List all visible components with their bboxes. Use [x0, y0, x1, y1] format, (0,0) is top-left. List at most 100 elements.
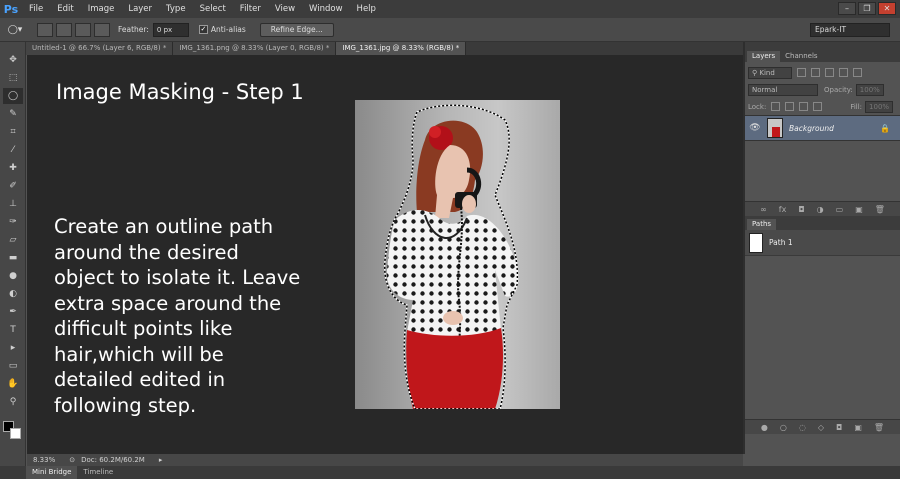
tab-layers[interactable]: Layers: [747, 51, 781, 62]
menu-window[interactable]: Window: [302, 0, 350, 18]
status-bar: 8.33% ⊙ Doc: 60.2M/60.2M ▸: [27, 454, 743, 466]
shape-filter-icon[interactable]: [839, 68, 848, 77]
dodge-tool-icon[interactable]: ◐: [3, 286, 23, 302]
layer-style-icon[interactable]: fx: [779, 205, 787, 214]
add-mask-path-icon[interactable]: ◘: [836, 423, 842, 432]
crop-tool-icon[interactable]: ⌗: [3, 124, 23, 140]
status-info-icon[interactable]: ⊙: [69, 456, 75, 464]
marquee-tool-icon[interactable]: ⬚: [3, 70, 23, 86]
new-layer-icon[interactable]: ▣: [855, 205, 863, 214]
gradient-tool-icon[interactable]: ▬: [3, 250, 23, 266]
make-work-path-icon[interactable]: ◇: [818, 423, 824, 432]
pen-tool-icon[interactable]: ✒: [3, 304, 23, 320]
stroke-path-icon[interactable]: ○: [780, 423, 787, 432]
move-tool-icon[interactable]: ✥: [3, 52, 23, 68]
antialias-checkbox[interactable]: ✓: [198, 25, 208, 34]
path-row[interactable]: Path 1: [745, 230, 900, 256]
status-menu-arrow-icon[interactable]: ▸: [159, 456, 163, 464]
new-selection-icon[interactable]: [37, 22, 53, 37]
eye-icon[interactable]: 👁: [745, 123, 765, 133]
lock-label: Lock:: [748, 102, 767, 111]
new-group-icon[interactable]: ▭: [836, 205, 844, 214]
layer-row-background[interactable]: 👁 Background 🔒: [745, 115, 900, 141]
menu-file[interactable]: File: [22, 0, 50, 18]
document-photo: [355, 100, 560, 409]
fill-path-icon[interactable]: ●: [761, 423, 768, 432]
pixel-filter-icon[interactable]: [797, 68, 806, 77]
layers-panel: Layers Channels ⚲ Kind Normal Opacity: 1…: [745, 42, 900, 454]
layer-name[interactable]: Background: [789, 124, 834, 133]
lasso-tool-preset-icon[interactable]: ◯▾: [3, 23, 27, 37]
rectangle-tool-icon[interactable]: ▭: [3, 358, 23, 374]
blend-mode-select[interactable]: Normal: [748, 83, 818, 96]
tab-untitled-1[interactable]: Untitled-1 @ 66.7% (Layer 6, RGB/8) *: [26, 42, 174, 55]
restore-button[interactable]: ❐: [858, 2, 876, 15]
menu-select[interactable]: Select: [193, 0, 233, 18]
paths-panel-tabs: Paths: [745, 216, 900, 230]
workspace-select[interactable]: Epark-IT: [810, 23, 890, 37]
step-instructions: Create an outline path around the desire…: [54, 215, 301, 417]
lock-transparent-icon[interactable]: [771, 102, 781, 111]
lock-all-icon[interactable]: [813, 102, 823, 111]
menu-edit[interactable]: Edit: [50, 0, 80, 18]
lock-icon: 🔒: [880, 123, 890, 133]
refine-edge-button[interactable]: Refine Edge...: [259, 22, 334, 37]
type-filter-icon[interactable]: [825, 68, 834, 77]
blur-tool-icon[interactable]: ●: [3, 268, 23, 284]
tab-img-1361-jpg[interactable]: IMG_1361.jpg @ 8.33% (RGB/8) *: [336, 42, 467, 55]
history-brush-tool-icon[interactable]: ✑: [3, 214, 23, 230]
layers-panel-tabs: Layers Channels: [745, 42, 900, 62]
close-button[interactable]: ✕: [878, 2, 896, 15]
feather-input[interactable]: 0 px: [152, 22, 189, 37]
add-mask-icon[interactable]: ◘: [798, 205, 804, 214]
menu-filter[interactable]: Filter: [233, 0, 268, 18]
zoom-level[interactable]: 8.33%: [33, 456, 55, 464]
delete-layer-icon[interactable]: 🗑: [875, 205, 885, 214]
lock-image-icon[interactable]: [785, 102, 795, 111]
woman-on-phone-image: [383, 104, 519, 409]
clone-stamp-tool-icon[interactable]: ⊥: [3, 196, 23, 212]
delete-path-icon[interactable]: 🗑: [874, 423, 884, 432]
subtract-from-selection-icon[interactable]: [75, 22, 91, 37]
eraser-tool-icon[interactable]: ▱: [3, 232, 23, 248]
adjustment-filter-icon[interactable]: [811, 68, 820, 77]
quick-selection-tool-icon[interactable]: ✎: [3, 106, 23, 122]
tab-channels[interactable]: Channels: [780, 51, 822, 62]
path-name[interactable]: Path 1: [769, 238, 793, 247]
path-selection-tool-icon[interactable]: ▸: [3, 340, 23, 356]
new-path-icon[interactable]: ▣: [854, 423, 862, 432]
fill-label: Fill:: [850, 102, 863, 111]
lock-position-icon[interactable]: [799, 102, 809, 111]
tab-img-1361-png[interactable]: IMG_1361.png @ 8.33% (Layer 0, RGB/8) *: [173, 42, 337, 55]
link-layers-icon[interactable]: ∞: [760, 205, 767, 214]
smart-object-filter-icon[interactable]: [853, 68, 862, 77]
path-thumbnail: [749, 232, 763, 253]
lasso-tool-icon[interactable]: ◯: [3, 88, 23, 104]
minimize-button[interactable]: –: [838, 2, 856, 15]
eyedropper-tool-icon[interactable]: ⁄: [3, 142, 23, 158]
menu-help[interactable]: Help: [350, 0, 383, 18]
tab-paths[interactable]: Paths: [747, 219, 777, 230]
layers-footer: ∞ fx ◘ ◑ ▭ ▣ 🗑: [745, 201, 900, 216]
menu-type[interactable]: Type: [159, 0, 193, 18]
tab-timeline[interactable]: Timeline: [77, 466, 119, 479]
paths-footer: ● ○ ◌ ◇ ◘ ▣ 🗑: [745, 419, 900, 434]
type-tool-icon[interactable]: T: [3, 322, 23, 338]
fill-input[interactable]: 100%: [865, 100, 894, 113]
background-color-swatch[interactable]: [10, 428, 21, 439]
brush-tool-icon[interactable]: ✐: [3, 178, 23, 194]
kind-filter-select[interactable]: ⚲ Kind: [748, 66, 792, 79]
zoom-tool-icon[interactable]: ⚲: [3, 394, 23, 410]
healing-brush-tool-icon[interactable]: ✚: [3, 160, 23, 176]
load-selection-icon[interactable]: ◌: [799, 423, 806, 432]
adjustment-layer-icon[interactable]: ◑: [817, 205, 824, 214]
menu-view[interactable]: View: [268, 0, 302, 18]
opacity-label: Opacity:: [824, 85, 853, 94]
opacity-input[interactable]: 100%: [855, 83, 884, 96]
menu-layer[interactable]: Layer: [121, 0, 159, 18]
hand-tool-icon[interactable]: ✋: [3, 376, 23, 392]
add-to-selection-icon[interactable]: [56, 22, 72, 37]
menu-image[interactable]: Image: [81, 0, 122, 18]
tab-mini-bridge[interactable]: Mini Bridge: [26, 466, 78, 479]
intersect-selection-icon[interactable]: [94, 22, 110, 37]
